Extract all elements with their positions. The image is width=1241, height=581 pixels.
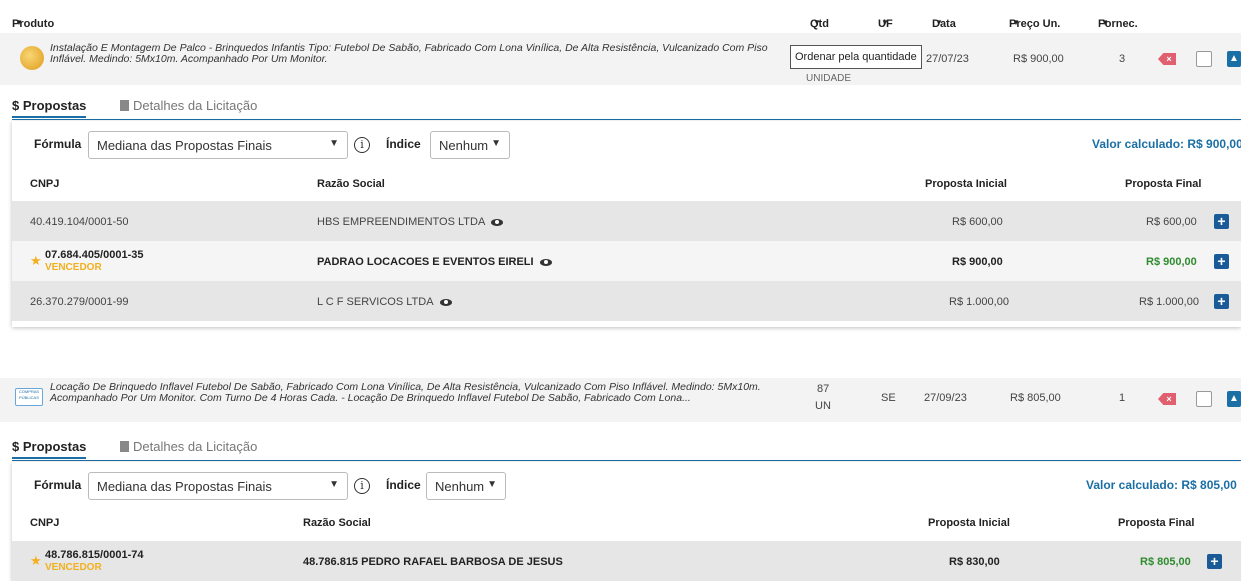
- th-final: Proposta Final: [1125, 178, 1202, 190]
- table-row[interactable]: ★ 07.684.405/0001-35 VENCEDOR PADRAO LOC…: [12, 241, 1241, 281]
- tab-bar: $ Propostas Detalhes da Licitação: [12, 96, 1241, 120]
- formula-label: Fórmula: [34, 478, 82, 492]
- razao-cell: HBS EMPREENDIMENTOS LTDA: [317, 216, 504, 228]
- formula-select[interactable]: Mediana das Propostas Finais ▼: [88, 131, 348, 159]
- caret-down-icon: ▼: [15, 18, 23, 27]
- inicial-cell: R$ 600,00: [952, 216, 1003, 228]
- product-thumbnail: COMPRAS PÚBLICAS: [15, 388, 43, 406]
- eye-icon[interactable]: [439, 298, 452, 306]
- proposals-panel: Fórmula Mediana das Propostas Finais ▼ i …: [12, 121, 1241, 327]
- star-icon: ★: [30, 253, 42, 268]
- caret-down-icon: ▼: [935, 18, 943, 27]
- chevron-up-icon[interactable]: ▲: [1227, 51, 1241, 67]
- chevron-down-icon: ▼: [329, 138, 339, 149]
- cnpj-cell: 26.370.279/0001-99: [30, 296, 129, 308]
- th-final: Proposta Final: [1118, 517, 1195, 529]
- th-inicial: Proposta Inicial: [928, 517, 1010, 529]
- caret-down-icon: ▼: [813, 18, 821, 27]
- sort-tooltip: Ordenar pela quantidade: [790, 45, 922, 69]
- th-razao: Razão Social: [317, 178, 385, 190]
- inicial-cell: R$ 830,00: [949, 556, 1000, 568]
- chevron-down-icon: ▼: [487, 479, 497, 490]
- product-row[interactable]: Instalação E Montagem De Palco - Brinque…: [0, 33, 1241, 85]
- inicial-cell: R$ 900,00: [952, 256, 1003, 268]
- table-row[interactable]: ★ 48.786.815/0001-74 VENCEDOR 48.786.815…: [12, 541, 1241, 581]
- th-cnpj: CNPJ: [30, 517, 60, 529]
- plus-icon[interactable]: +: [1214, 214, 1229, 229]
- product-qtd: 87: [817, 383, 830, 395]
- indice-label: Índice: [386, 137, 421, 151]
- razao-cell: PADRAO LOCACOES E EVENTOS EIRELI: [317, 256, 552, 268]
- product-date: 27/09/23: [924, 392, 967, 404]
- calculated-value: Valor calculado: R$ 900,00: [1092, 137, 1241, 151]
- final-cell: R$ 900,00: [1146, 256, 1197, 268]
- tab-bar: $ Propostas Detalhes da Licitação: [12, 437, 1241, 461]
- indice-select[interactable]: Nenhum ▼: [430, 131, 510, 159]
- winner-badge: VENCEDOR: [45, 262, 102, 273]
- remove-icon[interactable]: ×: [1158, 53, 1176, 65]
- chevron-down-icon: ▼: [329, 479, 339, 490]
- info-icon[interactable]: i: [354, 478, 370, 494]
- th-inicial: Proposta Inicial: [925, 178, 1007, 190]
- product-row[interactable]: COMPRAS PÚBLICAS Locação De Brinquedo In…: [0, 378, 1241, 422]
- final-cell: R$ 600,00: [1146, 216, 1197, 228]
- table-row[interactable]: 40.419.104/0001-50 HBS EMPREENDIMENTOS L…: [12, 201, 1241, 241]
- indice-select[interactable]: Nenhum ▼: [426, 472, 506, 500]
- document-icon: [120, 441, 129, 452]
- product-date: 27/07/23: [926, 53, 969, 65]
- razao-cell: 48.786.815 PEDRO RAFAEL BARBOSA DE JESUS: [303, 556, 563, 568]
- product-description: Instalação E Montagem De Palco - Brinque…: [50, 42, 768, 65]
- tab-detalhes[interactable]: Detalhes da Licitação: [120, 439, 257, 454]
- plus-icon[interactable]: +: [1214, 294, 1229, 309]
- product-price: R$ 900,00: [1013, 53, 1064, 65]
- plus-icon[interactable]: +: [1214, 254, 1229, 269]
- inicial-cell: R$ 1.000,00: [949, 296, 1009, 308]
- product-description: Locação De Brinquedo Inflavel Futebol De…: [50, 381, 761, 404]
- winner-badge: VENCEDOR: [45, 562, 102, 573]
- calculated-value: Valor calculado: R$ 805,00: [1086, 478, 1237, 492]
- star-icon: ★: [30, 553, 42, 568]
- tab-propostas[interactable]: $ Propostas: [12, 439, 87, 459]
- product-thumbnail: [20, 46, 44, 70]
- table-header: Produto ▼ Qtd ▼ UF ▼ Data ▼ Preço Un. ▼ Forne…: [0, 0, 1241, 30]
- info-icon[interactable]: i: [354, 137, 370, 153]
- th-cnpj: CNPJ: [30, 178, 60, 190]
- th-razao: Razão Social: [303, 517, 371, 529]
- product-unit: UN: [815, 400, 831, 412]
- indice-label: Índice: [386, 478, 421, 492]
- formula-select[interactable]: Mediana das Propostas Finais ▼: [88, 472, 348, 500]
- select-checkbox[interactable]: [1196, 51, 1212, 67]
- tab-propostas[interactable]: $ Propostas: [12, 98, 87, 118]
- cnpj-cell: 07.684.405/0001-35: [45, 249, 144, 261]
- formula-label: Fórmula: [34, 137, 82, 151]
- cnpj-cell: 48.786.815/0001-74: [45, 549, 144, 561]
- product-fornec: 3: [1119, 53, 1126, 65]
- caret-down-icon: ▼: [1012, 18, 1020, 27]
- final-cell: R$ 805,00: [1140, 556, 1191, 568]
- chevron-up-icon[interactable]: ▲: [1227, 391, 1241, 407]
- table-row[interactable]: 26.370.279/0001-99 L C F SERVICOS LTDA R…: [12, 281, 1241, 321]
- product-price: R$ 805,00: [1010, 392, 1061, 404]
- chevron-down-icon: ▼: [491, 138, 501, 149]
- product-fornec: 1: [1119, 392, 1126, 404]
- proposals-panel: Fórmula Mediana das Propostas Finais ▼ i …: [12, 462, 1241, 581]
- product-uf: SE: [881, 392, 896, 404]
- caret-down-icon: ▼: [1101, 18, 1109, 27]
- select-checkbox[interactable]: [1196, 391, 1212, 407]
- tab-detalhes[interactable]: Detalhes da Licitação: [120, 98, 257, 113]
- razao-cell: L C F SERVICOS LTDA: [317, 296, 452, 308]
- caret-down-icon: ▼: [881, 18, 889, 27]
- cnpj-cell: 40.419.104/0001-50: [30, 216, 129, 228]
- eye-icon[interactable]: [539, 258, 552, 266]
- plus-icon[interactable]: +: [1207, 554, 1222, 569]
- final-cell: R$ 1.000,00: [1139, 296, 1199, 308]
- eye-icon[interactable]: [491, 218, 504, 226]
- remove-icon[interactable]: ×: [1158, 393, 1176, 405]
- product-unit: UNIDADE: [806, 73, 852, 84]
- document-icon: [120, 100, 129, 111]
